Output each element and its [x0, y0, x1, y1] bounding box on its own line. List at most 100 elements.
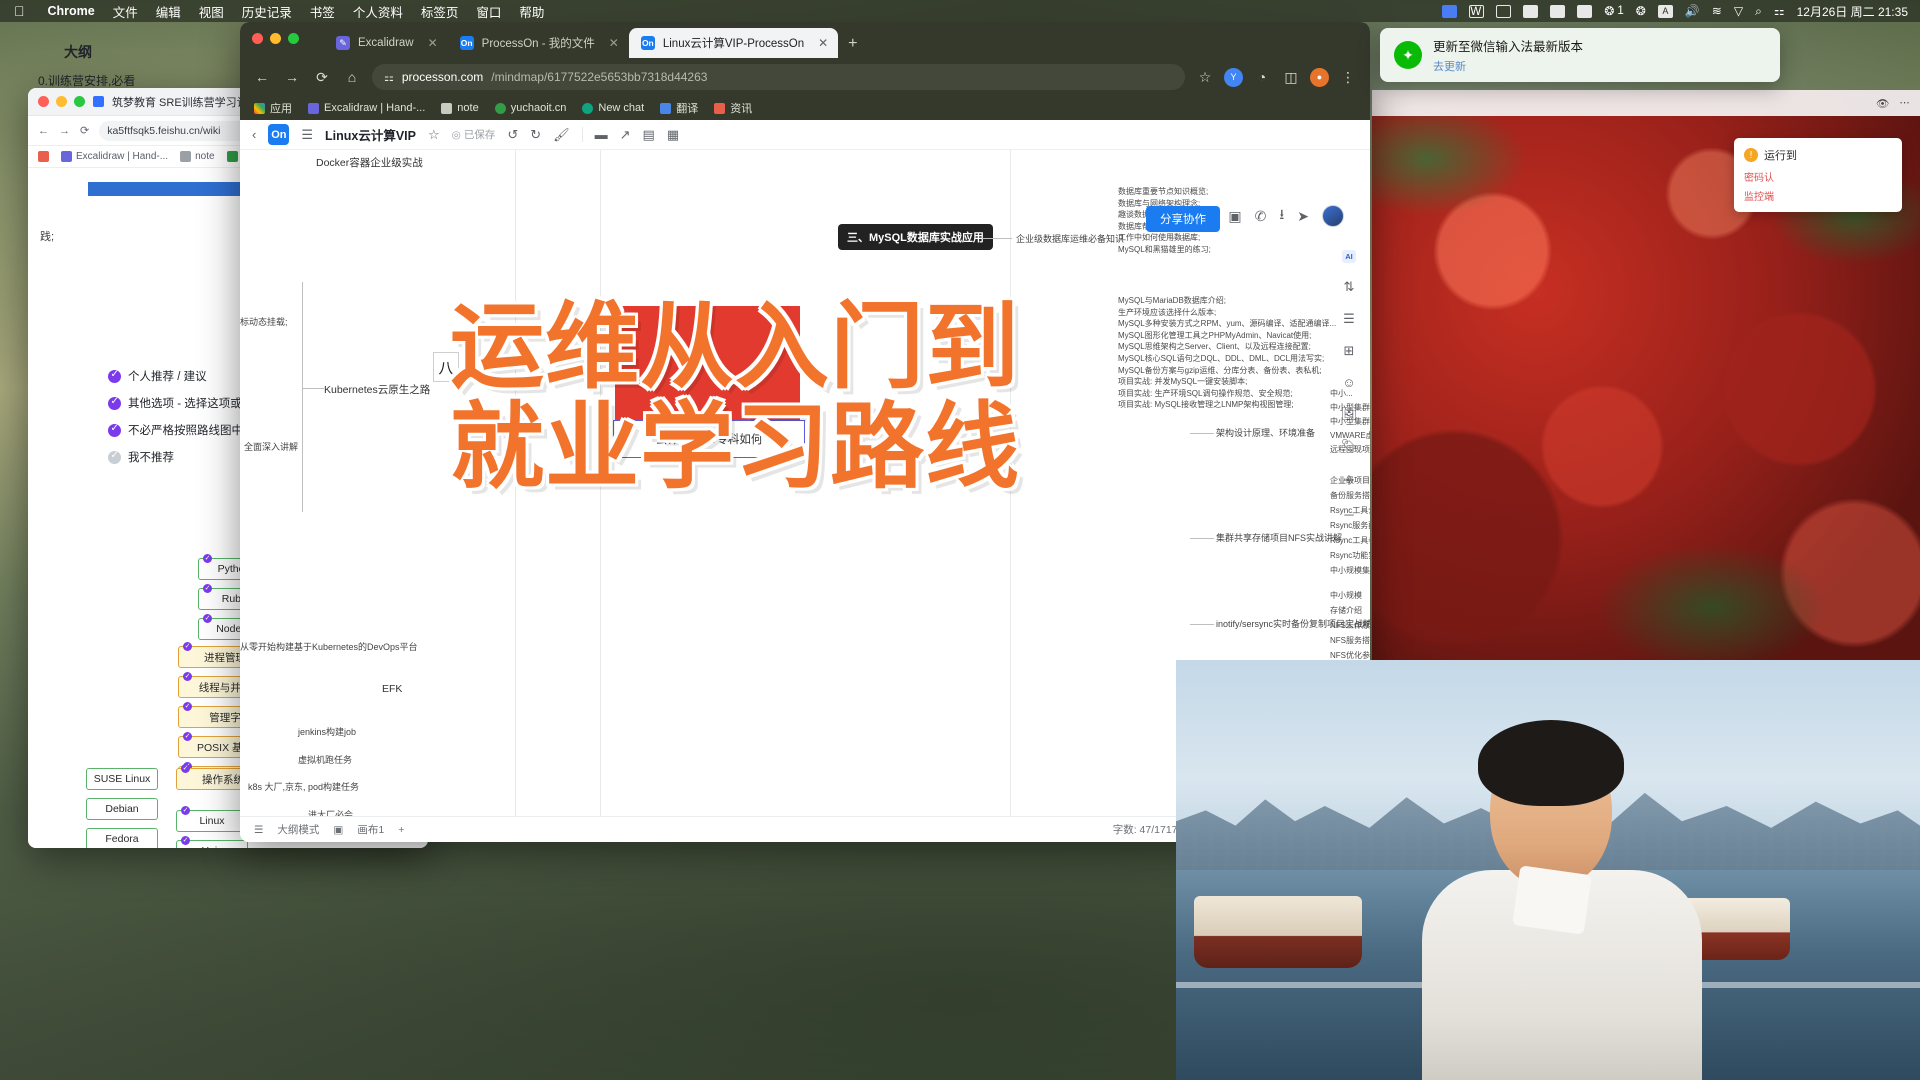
wifi-icon[interactable]: ≋: [1706, 4, 1728, 18]
screen-share-icon[interactable]: [1436, 4, 1463, 18]
search-icon[interactable]: ⌕: [1749, 4, 1768, 19]
menu-help[interactable]: 帮助: [510, 2, 553, 21]
menu-view[interactable]: 视图: [190, 2, 233, 21]
chrome-traffic-lights[interactable]: [252, 33, 299, 44]
star-icon[interactable]: ☆: [428, 127, 440, 143]
image-icon[interactable]: 🖼: [1341, 406, 1358, 422]
mm-node-devops[interactable]: 从零开始构建基于Kubernetes的DevOps平台: [240, 640, 418, 653]
mm-node-nfs-group[interactable]: 集群共享存储项目NFS实战讲解: [1216, 531, 1342, 544]
feishu-back-icon[interactable]: ←: [38, 125, 49, 137]
mm-chapter-child[interactable]: 企业级数据库运维必备知识: [1016, 232, 1124, 245]
menu-chrome[interactable]: Chrome: [39, 4, 104, 18]
feishu-traffic-lights[interactable]: [38, 96, 85, 107]
emoji-icon[interactable]: ☺: [1342, 375, 1355, 390]
mm-node-vm[interactable]: 虚拟机跑任务: [298, 753, 352, 766]
star-icon[interactable]: ☆: [1195, 69, 1215, 86]
apple-logo-icon[interactable]: : [0, 4, 39, 18]
mm-node-docker[interactable]: Docker容器企业级实战: [316, 155, 423, 170]
comment-icon[interactable]: ▣: [1228, 208, 1241, 225]
tab-excalidraw[interactable]: ✎ Excalidraw ✕: [324, 28, 448, 58]
mm-right-node[interactable]: 中小规模集群: [1330, 565, 1370, 577]
toast-action-link[interactable]: 去更新: [1433, 58, 1583, 74]
frame-icon[interactable]: ▦: [667, 127, 679, 143]
node-suse[interactable]: SUSE Linux: [86, 768, 158, 790]
menu-window[interactable]: 窗口: [467, 2, 510, 21]
mm-nfs-node[interactable]: 中小规模: [1330, 590, 1362, 602]
send-icon[interactable]: ➤: [1297, 208, 1309, 225]
bookmark-icon[interactable]: [1544, 4, 1571, 18]
canvas-label[interactable]: 画布1: [357, 822, 384, 837]
home-icon[interactable]: ⌂: [342, 69, 362, 85]
mm-node-arch[interactable]: 架构设计原理、环境准备: [1216, 426, 1315, 439]
bookmark-apps[interactable]: 应用: [254, 100, 292, 116]
outline-mode-label[interactable]: 大纲模式: [277, 822, 319, 837]
outline-mode-button[interactable]: ☰: [254, 824, 263, 836]
control-center-icon[interactable]: ⚏: [1768, 4, 1791, 18]
bookmark-note[interactable]: note: [441, 102, 479, 114]
minus-icon[interactable]: －: [1342, 505, 1355, 524]
menu-tabs[interactable]: 标签页: [412, 2, 468, 21]
processon-logo[interactable]: On: [268, 124, 290, 145]
side-panel-icon[interactable]: ◫: [1281, 69, 1301, 86]
back-arrow-icon[interactable]: ‹: [252, 127, 256, 142]
tab-close-icon[interactable]: ✕: [609, 36, 619, 50]
tab-close-icon[interactable]: ✕: [428, 36, 438, 50]
tag-icon[interactable]: 🏷: [1341, 438, 1358, 454]
format-painter-icon[interactable]: 🖌: [553, 127, 570, 143]
node-debian[interactable]: Debian: [86, 798, 158, 820]
mm-nfs-node[interactable]: 存储介绍: [1330, 605, 1362, 617]
webcam-video-overlay[interactable]: [1176, 660, 1920, 1080]
mm-node-jenkins[interactable]: jenkins构建job: [298, 725, 356, 738]
layout-icon[interactable]: ▤: [643, 127, 655, 143]
bookmark-news[interactable]: 资讯: [714, 100, 752, 116]
redo-icon[interactable]: ↻: [530, 127, 541, 143]
canvas-tab[interactable]: ▣: [333, 824, 343, 836]
node-unix[interactable]: ✓Unix: [176, 836, 248, 848]
mm-right-node[interactable]: Rsync功能实战: [1330, 550, 1370, 562]
menu-file[interactable]: 文件: [104, 2, 147, 21]
extensions-icon[interactable]: ◔: [1252, 69, 1272, 85]
share-collaborate-button[interactable]: 分享协作: [1146, 206, 1220, 232]
undo-icon[interactable]: ↺: [507, 127, 518, 143]
menubar-clock[interactable]: 12月26日 周二 21:35: [1791, 3, 1920, 20]
menu-history[interactable]: 历史记录: [233, 2, 301, 21]
tab-processon-files[interactable]: On ProcessOn - 我的文件 ✕: [448, 28, 629, 58]
mm-node-efk[interactable]: EFK: [382, 683, 402, 695]
plus-icon[interactable]: ＋: [1342, 470, 1355, 489]
photo-window-toolbar[interactable]: 👁 ⋯: [1372, 90, 1920, 116]
mm-node-inotify[interactable]: inotify/sersync实时备份复制项目实战精讲: [1216, 617, 1370, 630]
eye-slash-icon[interactable]: 👁: [1876, 97, 1889, 110]
feishu-reload-icon[interactable]: ⟳: [80, 124, 89, 137]
chrome-menu-icon[interactable]: ⋮: [1338, 69, 1358, 86]
user-avatar[interactable]: [1322, 205, 1344, 227]
address-bar[interactable]: ⚏ processon.com/mindmap/6177522e5653bb73…: [372, 64, 1185, 90]
hamburger-menu-icon[interactable]: ☰: [301, 127, 313, 143]
mm-chapter-mysql[interactable]: 三、MySQL数据库实战应用: [838, 224, 993, 250]
feishu-bookmark-apps[interactable]: [38, 151, 49, 162]
more-icon[interactable]: ⋯: [1900, 97, 1911, 109]
input-method-icon[interactable]: A: [1652, 4, 1679, 18]
grid-icon[interactable]: ⊞: [1344, 343, 1355, 359]
bookmark-excalidraw[interactable]: Excalidraw | Hand-...: [308, 102, 425, 114]
profile-avatar[interactable]: Y: [1224, 67, 1243, 87]
feishu-bookmark-note[interactable]: note: [180, 151, 215, 162]
mm-node-k8s[interactable]: Kubernetes云原生之路: [324, 382, 430, 397]
menu-edit[interactable]: 编辑: [147, 2, 190, 21]
bookmark-yuchaoit[interactable]: yuchaoit.cn: [494, 102, 566, 114]
wps-icon[interactable]: W: [1463, 4, 1490, 18]
menu-bookmarks[interactable]: 书签: [301, 2, 344, 21]
notes-icon[interactable]: [1571, 4, 1598, 18]
menu-profiles[interactable]: 个人资料: [344, 2, 412, 21]
forward-icon[interactable]: →: [282, 69, 302, 85]
mm-node-dynamic[interactable]: 标动态挂载;: [240, 315, 288, 328]
node-fedora[interactable]: Fedora: [86, 828, 158, 848]
mm-nfs-node[interactable]: NFS服务搭建: [1330, 635, 1370, 647]
mm-mysql-details[interactable]: MySQL与MariaDB数据库介绍; 生产环境应该选择什么版本; MySQL多…: [1118, 295, 1358, 411]
sort-icon[interactable]: ⇅: [1344, 279, 1355, 295]
tab-linux-vip[interactable]: On Linux云计算VIP-ProcessOn ✕: [628, 28, 839, 58]
node-linux[interactable]: ✓ Linux: [176, 806, 248, 832]
download-icon[interactable]: ⭳: [1279, 204, 1284, 228]
vpn-icon[interactable]: ▽: [1728, 4, 1749, 18]
site-settings-icon[interactable]: ⚏: [384, 71, 394, 84]
bookmark-translate[interactable]: 翻译: [660, 100, 698, 116]
